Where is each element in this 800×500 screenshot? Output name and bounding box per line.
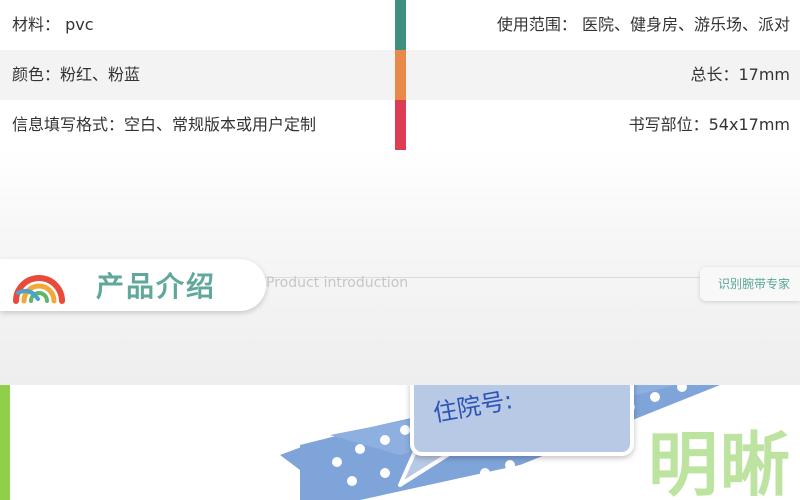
spec-table: 材料： pvc 使用范围： 医院、健身房、游乐场、派对 颜色：粉红、粉蓝 总长：…: [0, 0, 800, 150]
header-tag: 识别腕带专家: [700, 267, 800, 301]
spec-total-length: 总长：17mm: [690, 65, 790, 84]
spec-row: 颜色：粉红、粉蓝 总长：17mm: [0, 50, 800, 100]
spec-writing-area: 书写部位：54x17mm: [628, 115, 790, 134]
rainbow-arc-logo-icon: [13, 275, 65, 304]
spec-divider-orange: [395, 50, 406, 100]
product-image: 明晰 住院号:: [0, 385, 800, 500]
zoom-callout-bubble: 住院号:: [410, 385, 634, 456]
spec-divider-red: [395, 100, 406, 150]
spec-material: 材料： pvc: [12, 15, 94, 34]
spec-row: 信息填写格式：空白、常规版本或用户定制 书写部位：54x17mm: [0, 100, 800, 150]
section-title-english: Product introduction: [266, 275, 409, 291]
header-tag-label: 识别腕带专家: [717, 277, 790, 291]
section-header: 产品介绍 Product introduction 识别腕带专家: [0, 255, 800, 315]
spec-usage-range: 使用范围： 医院、健身房、游乐场、派对: [496, 15, 790, 34]
spec-color: 颜色：粉红、粉蓝: [12, 65, 141, 84]
spec-row: 材料： pvc 使用范围： 医院、健身房、游乐场、派对: [0, 0, 800, 50]
spec-info-format: 信息填写格式：空白、常规版本或用户定制: [12, 115, 317, 134]
section-title: 产品介绍: [96, 270, 217, 303]
wristband-illustration: [280, 385, 720, 500]
spec-divider-teal: [395, 0, 406, 50]
header-title-pill: 产品介绍: [0, 259, 266, 311]
callout-handwriting: 住院号:: [431, 386, 515, 428]
